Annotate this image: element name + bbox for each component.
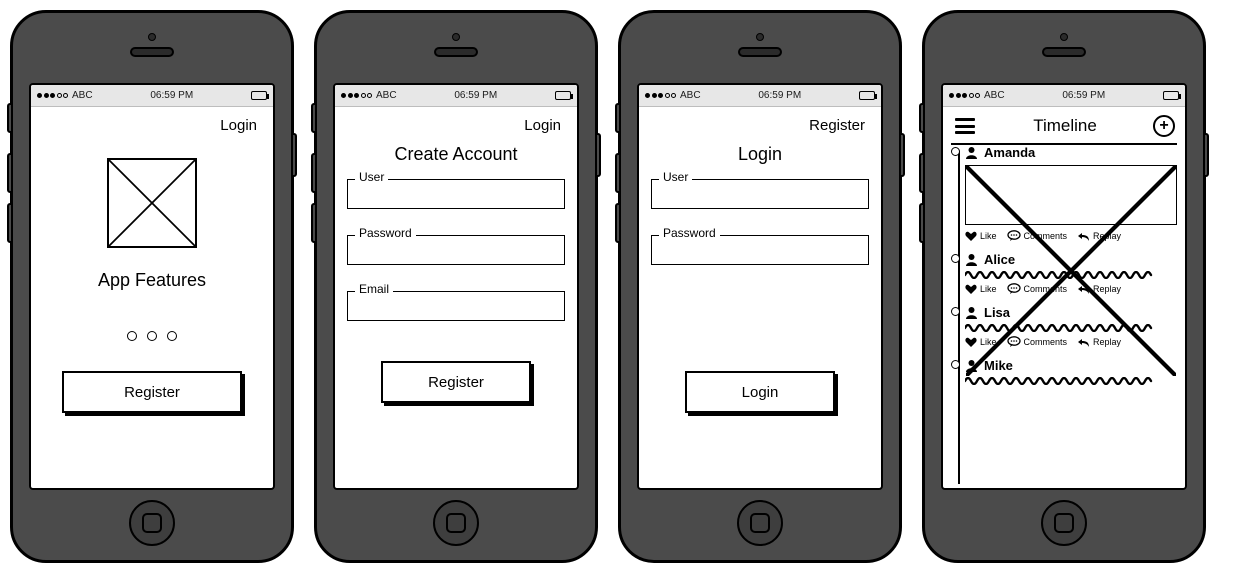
carrier-label: ABC	[72, 90, 93, 101]
home-button[interactable]	[1041, 500, 1087, 546]
user-icon	[965, 306, 978, 319]
home-button[interactable]	[433, 500, 479, 546]
replay-button[interactable]: Replay	[1077, 336, 1121, 348]
page-dot[interactable]	[167, 331, 177, 341]
screen-login: ABC 06:59 PM Register Login User Passwor…	[637, 83, 883, 490]
password-field-label: Password	[355, 226, 416, 240]
timeline-post: Alice Like Comments Replay	[965, 252, 1177, 295]
screen-onboarding: ABC 06:59 PM Login App Features Register	[29, 83, 275, 490]
battery-icon	[859, 91, 875, 100]
page-title: Timeline	[1033, 116, 1097, 136]
timeline-post: Mike	[965, 358, 1177, 385]
post-username[interactable]: Lisa	[984, 305, 1010, 320]
status-bar: ABC 06:59 PM	[639, 85, 881, 107]
phone-frame-signup: ABC 06:59 PM Login Create Account User P…	[314, 10, 598, 563]
menu-icon[interactable]	[953, 116, 977, 136]
login-button[interactable]: Login	[685, 371, 835, 413]
replay-button[interactable]: Replay	[1077, 283, 1121, 295]
timeline-post: Lisa Like Comments Replay	[965, 305, 1177, 348]
screen-create-account: ABC 06:59 PM Login Create Account User P…	[333, 83, 579, 490]
phone-frame-login: ABC 06:59 PM Register Login User Passwor…	[618, 10, 902, 563]
timeline-dot-icon	[951, 307, 960, 316]
speech-icon	[1007, 283, 1021, 295]
post-text-placeholder	[965, 271, 1177, 279]
signal-dots-icon	[949, 93, 980, 98]
like-button[interactable]: Like	[965, 336, 997, 348]
timeline-dot-icon	[951, 254, 960, 263]
register-link[interactable]: Register	[651, 115, 869, 138]
features-title: App Features	[43, 270, 261, 291]
user-field-label: User	[659, 170, 692, 184]
register-button[interactable]: Register	[381, 361, 531, 403]
home-button[interactable]	[129, 500, 175, 546]
clock-label: 06:59 PM	[454, 90, 497, 101]
timeline-list: Amanda Like Comments Replay	[951, 145, 1177, 484]
add-post-button[interactable]: +	[1153, 115, 1175, 137]
password-field-label: Password	[659, 226, 720, 240]
post-text-placeholder	[965, 324, 1177, 332]
carrier-label: ABC	[376, 90, 397, 101]
login-link[interactable]: Login	[43, 115, 261, 138]
user-icon	[965, 253, 978, 266]
heart-icon	[965, 336, 977, 348]
timeline-dot-icon	[951, 147, 960, 156]
comments-button[interactable]: Comments	[1007, 283, 1068, 295]
phone-frame-timeline: ABC 06:59 PM Timeline + Amanda	[922, 10, 1206, 563]
user-field-label: User	[355, 170, 388, 184]
post-username[interactable]: Mike	[984, 358, 1013, 373]
timeline-post: Amanda Like Comments Replay	[965, 145, 1177, 242]
page-title: Create Account	[347, 144, 565, 165]
status-bar: ABC 06:59 PM	[335, 85, 577, 107]
reply-icon	[1077, 336, 1090, 348]
page-dot[interactable]	[147, 331, 157, 341]
home-button[interactable]	[737, 500, 783, 546]
post-image-placeholder[interactable]	[965, 165, 1177, 225]
heart-icon	[965, 283, 977, 295]
status-bar: ABC 06:59 PM	[943, 85, 1185, 107]
reply-icon	[1077, 283, 1090, 295]
post-username[interactable]: Alice	[984, 252, 1015, 267]
signal-dots-icon	[37, 93, 68, 98]
signal-dots-icon	[341, 93, 372, 98]
battery-icon	[555, 91, 571, 100]
timeline-dot-icon	[951, 360, 960, 369]
navbar: Timeline +	[951, 111, 1177, 145]
carrier-label: ABC	[680, 90, 701, 101]
page-title: Login	[651, 144, 869, 165]
user-icon	[965, 146, 978, 159]
post-username[interactable]: Amanda	[984, 145, 1035, 160]
carrier-label: ABC	[984, 90, 1005, 101]
user-icon	[965, 359, 978, 372]
battery-icon	[1163, 91, 1179, 100]
register-button[interactable]: Register	[62, 371, 242, 413]
app-logo-placeholder	[107, 158, 197, 248]
phone-frame-onboarding: ABC 06:59 PM Login App Features Register	[10, 10, 294, 563]
speech-icon	[1007, 336, 1021, 348]
signal-dots-icon	[645, 93, 676, 98]
clock-label: 06:59 PM	[150, 90, 193, 101]
comments-button[interactable]: Comments	[1007, 336, 1068, 348]
like-button[interactable]: Like	[965, 283, 997, 295]
clock-label: 06:59 PM	[758, 90, 801, 101]
login-link[interactable]: Login	[347, 115, 565, 138]
post-text-placeholder	[965, 377, 1177, 385]
email-field-label: Email	[355, 282, 393, 296]
page-dot[interactable]	[127, 331, 137, 341]
status-bar: ABC 06:59 PM	[31, 85, 273, 107]
screen-timeline: ABC 06:59 PM Timeline + Amanda	[941, 83, 1187, 490]
page-indicator[interactable]	[43, 331, 261, 341]
battery-icon	[251, 91, 267, 100]
clock-label: 06:59 PM	[1062, 90, 1105, 101]
